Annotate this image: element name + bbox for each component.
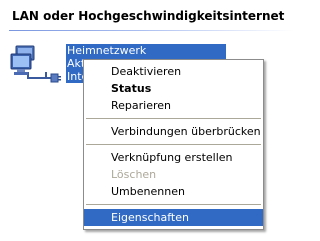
menu-separator [86, 144, 261, 145]
context-menu: Deaktivieren Status Reparieren Verbindun… [83, 59, 264, 230]
menu-item-loeschen: Löschen [111, 168, 157, 181]
menu-item-deaktivieren[interactable]: Deaktivieren [84, 63, 263, 80]
menu-item-verknuepfung-erstellen[interactable]: Verknüpfung erstellen [84, 149, 263, 166]
connection-name[interactable]: Heimnetzwerk [66, 44, 226, 57]
menu-item-verbindungen-ueberbruecken[interactable]: Verbindungen überbrücken [84, 123, 263, 140]
network-connection-icon[interactable] [8, 42, 64, 88]
menu-item-reparieren[interactable]: Reparieren [84, 97, 263, 114]
menu-item-umbenennen[interactable]: Umbenennen [84, 183, 263, 200]
group-header-divider [9, 30, 294, 31]
group-header-title: LAN oder Hochgeschwindigkeitsinternet [12, 9, 285, 23]
menu-separator [86, 118, 261, 119]
menu-item-status[interactable]: Status [84, 80, 263, 97]
menu-separator [86, 204, 261, 205]
group-header: LAN oder Hochgeschwindigkeitsinternet [0, 0, 299, 34]
menu-item-eigenschaften[interactable]: Eigenschaften [84, 209, 263, 226]
